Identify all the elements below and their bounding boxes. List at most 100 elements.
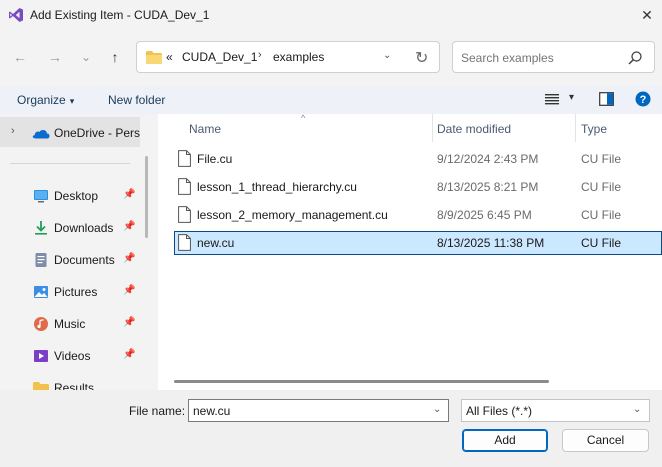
- back-button[interactable]: ←: [9, 46, 31, 68]
- sidebar-item-desktop[interactable]: Desktop 📌: [0, 182, 140, 210]
- file-list: Name ^ Date modified Type File.cu 9/12/2…: [158, 113, 662, 390]
- dialog-footer: File name: ⌄ All Files (*.*) ⌄ Add Cance…: [0, 390, 662, 467]
- svg-text:?: ?: [640, 94, 647, 106]
- column-header-name[interactable]: Name ^: [158, 113, 432, 142]
- sidebar-item-label: Videos: [54, 349, 91, 363]
- refresh-icon[interactable]: ↻: [415, 48, 428, 68]
- sort-ascending-icon: ^: [301, 113, 306, 123]
- organize-caret-icon: ▾: [69, 96, 75, 106]
- sidebar-item-music[interactable]: Music 📌: [0, 310, 140, 338]
- file-type: CU File: [581, 208, 622, 222]
- downloads-icon: [35, 221, 47, 235]
- file-row[interactable]: lesson_2_memory_management.cu 8/9/2025 6…: [174, 203, 662, 227]
- folder-icon: [146, 51, 162, 64]
- file-type: CU File: [581, 180, 622, 194]
- file-date: 8/9/2025 6:45 PM: [437, 208, 532, 222]
- expand-chevron-icon[interactable]: ›: [11, 125, 15, 137]
- recent-locations-button[interactable]: ⌄: [75, 46, 97, 68]
- sidebar-scrollbar-thumb[interactable]: [145, 156, 148, 238]
- organize-label: Organize: [17, 93, 66, 107]
- column-label: Type: [581, 122, 608, 136]
- visual-studio-icon: [9, 8, 23, 22]
- preview-pane-icon[interactable]: [599, 92, 614, 106]
- organize-button[interactable]: Organize ▾: [17, 93, 74, 107]
- file-icon: [178, 178, 191, 195]
- pin-icon: 📌: [123, 189, 136, 200]
- forward-button[interactable]: →: [44, 46, 66, 68]
- sidebar-item-label: Documents: [54, 253, 115, 267]
- file-icon: [178, 234, 191, 251]
- sidebar-item-downloads[interactable]: Downloads 📌: [0, 214, 140, 242]
- file-date: 8/13/2025 11:38 PM: [437, 236, 545, 250]
- search-icon[interactable]: [627, 50, 643, 66]
- file-date: 9/12/2024 2:43 PM: [437, 152, 539, 166]
- breadcrumb-overflow[interactable]: «: [166, 50, 173, 64]
- file-name: lesson_1_thread_hierarchy.cu: [197, 180, 357, 194]
- file-name: File.cu: [197, 152, 233, 166]
- file-icon: [178, 150, 191, 167]
- pin-icon: 📌: [123, 349, 136, 360]
- sidebar-item-results[interactable]: Results: [0, 374, 140, 390]
- search-input[interactable]: [461, 49, 621, 67]
- view-options-icon[interactable]: [545, 92, 559, 106]
- navigation-pane: › OneDrive - Perso Desktop 📌 Downloads 📌…: [0, 114, 155, 390]
- file-row[interactable]: lesson_1_thread_hierarchy.cu 8/13/2025 8…: [174, 175, 662, 199]
- file-name: lesson_2_memory_management.cu: [197, 208, 388, 222]
- breadcrumb-cuda-dev-1[interactable]: CUDA_Dev_1: [182, 50, 257, 64]
- search-box[interactable]: [452, 41, 655, 73]
- file-type-dropdown-icon[interactable]: ⌄: [633, 404, 641, 415]
- new-folder-button[interactable]: New folder: [108, 93, 165, 107]
- column-header-type[interactable]: Type: [576, 114, 662, 142]
- sidebar-item-label: Pictures: [54, 285, 98, 299]
- breadcrumb-separator[interactable]: ›: [258, 49, 262, 61]
- sidebar-item-label: Results: [54, 381, 95, 390]
- file-row[interactable]: File.cu 9/12/2024 2:43 PM CU File: [174, 147, 662, 171]
- folder-icon: [33, 382, 49, 390]
- file-type: CU File: [581, 236, 622, 250]
- file-name-combobox[interactable]: ⌄: [188, 399, 449, 422]
- column-header-date-modified[interactable]: Date modified: [433, 114, 575, 142]
- file-name-dropdown-icon[interactable]: ⌄: [433, 404, 441, 415]
- command-bar: Organize ▾ New folder ▾ ?: [0, 86, 662, 114]
- pin-icon: 📌: [123, 285, 136, 296]
- address-bar[interactable]: « CUDA_Dev_1 › examples ⌄ ↻: [136, 41, 440, 73]
- navigation-bar: ← → ⌄ ↑ « CUDA_Dev_1 › examples ⌄ ↻: [0, 36, 662, 78]
- file-date: 8/13/2025 8:21 PM: [437, 180, 539, 194]
- pictures-icon: [34, 286, 48, 298]
- column-label: Name: [189, 122, 222, 136]
- documents-icon: [35, 253, 47, 267]
- sidebar-item-label: Music: [54, 317, 86, 331]
- breadcrumb-examples[interactable]: examples: [273, 50, 324, 64]
- up-button[interactable]: ↑: [104, 46, 126, 68]
- sidebar-item-label: OneDrive - Perso: [54, 126, 147, 140]
- file-icon: [178, 206, 191, 223]
- file-name-label: File name:: [129, 404, 186, 418]
- sidebar-item-documents[interactable]: Documents 📌: [0, 246, 140, 274]
- sidebar-divider: [10, 163, 130, 164]
- cancel-button[interactable]: Cancel: [562, 429, 649, 452]
- file-type-value: All Files (*.*): [466, 404, 533, 418]
- onedrive-cloud-icon: [32, 130, 50, 139]
- pin-icon: 📌: [123, 317, 136, 328]
- file-type: CU File: [581, 152, 622, 166]
- file-row-selected[interactable]: new.cu 8/13/2025 11:38 PM CU File: [174, 231, 662, 255]
- sidebar-item-videos[interactable]: Videos 📌: [0, 342, 140, 370]
- file-type-select[interactable]: All Files (*.*) ⌄: [461, 399, 650, 422]
- add-button[interactable]: Add: [462, 429, 548, 452]
- sidebar-item-pictures[interactable]: Pictures 📌: [0, 278, 140, 306]
- column-label: Date modified: [437, 122, 512, 136]
- window-title: Add Existing Item - CUDA_Dev_1: [30, 8, 210, 22]
- address-dropdown-icon[interactable]: ⌄: [383, 50, 391, 61]
- title-bar: Add Existing Item - CUDA_Dev_1 ✕: [0, 0, 662, 30]
- file-list-horizontal-scrollbar[interactable]: [174, 380, 549, 383]
- file-name-input[interactable]: [193, 403, 423, 419]
- help-icon[interactable]: ?: [635, 91, 651, 107]
- pin-icon: 📌: [123, 253, 136, 264]
- music-icon: [34, 317, 48, 331]
- close-button[interactable]: ✕: [632, 0, 662, 30]
- file-name: new.cu: [197, 236, 235, 250]
- view-dropdown-icon[interactable]: ▾: [569, 92, 574, 103]
- desktop-icon: [34, 190, 48, 203]
- sidebar-item-onedrive[interactable]: › OneDrive - Perso: [0, 117, 147, 147]
- sidebar-item-label: Downloads: [54, 221, 114, 235]
